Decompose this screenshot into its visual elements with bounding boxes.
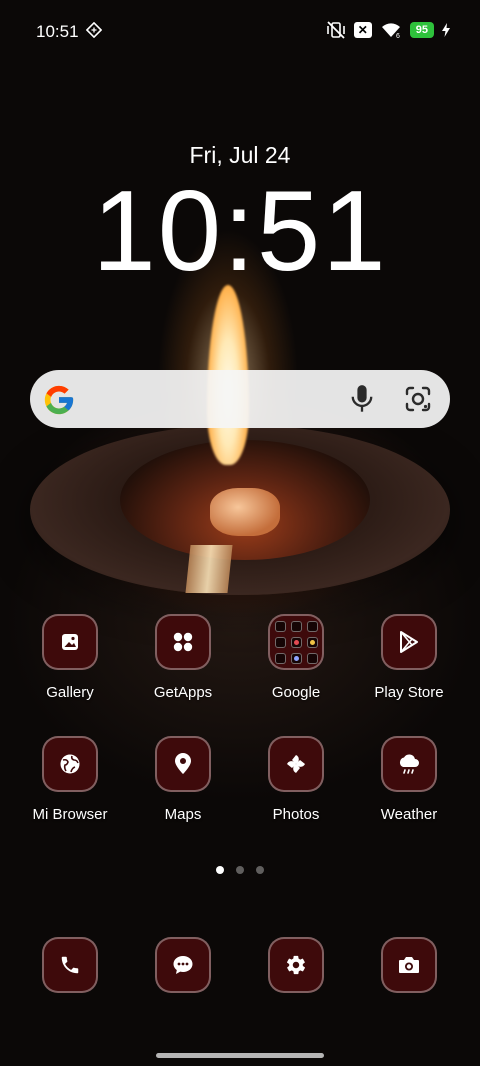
clock-time[interactable]: 10:51 bbox=[0, 175, 480, 289]
page-indicator[interactable] bbox=[0, 866, 480, 874]
page-dot[interactable] bbox=[236, 866, 244, 874]
app-label: Photos bbox=[272, 806, 320, 823]
app-gallery[interactable]: Gallery bbox=[14, 614, 126, 701]
google-lens-icon[interactable] bbox=[404, 385, 432, 413]
gallery-icon[interactable] bbox=[42, 614, 98, 670]
cloud-icon[interactable] bbox=[381, 736, 437, 792]
page-dot[interactable] bbox=[216, 866, 224, 874]
battery-indicator: 95 bbox=[409, 22, 434, 38]
wallpaper-wax bbox=[210, 488, 280, 536]
phone-icon[interactable] bbox=[42, 937, 98, 993]
app-weather[interactable]: Weather bbox=[353, 736, 465, 823]
wallpaper-glare bbox=[185, 545, 233, 593]
status-time: 10:51 bbox=[36, 22, 79, 41]
dock-settings[interactable] bbox=[240, 937, 352, 993]
play-store-icon[interactable] bbox=[381, 614, 437, 670]
globe-icon[interactable] bbox=[42, 736, 98, 792]
app-google-folder[interactable]: Google bbox=[240, 614, 352, 701]
dock-camera[interactable] bbox=[353, 937, 465, 993]
svg-text:6: 6 bbox=[396, 33, 400, 39]
chat-icon[interactable] bbox=[155, 937, 211, 993]
app-label: Maps bbox=[164, 806, 202, 823]
sync-diamond-icon bbox=[86, 22, 102, 38]
home-gesture-bar[interactable] bbox=[156, 1053, 324, 1058]
status-bar: 10:51 ✕ 6 95 bbox=[0, 0, 480, 60]
vibrate-off-icon bbox=[326, 21, 345, 39]
google-folder-icon[interactable] bbox=[268, 614, 324, 670]
app-label: Weather bbox=[380, 806, 438, 823]
app-maps[interactable]: Maps bbox=[127, 736, 239, 823]
app-getapps[interactable]: GetApps bbox=[127, 614, 239, 701]
app-play-store[interactable]: Play Store bbox=[353, 614, 465, 701]
google-logo-icon bbox=[44, 385, 74, 415]
status-icons: ✕ 6 95 bbox=[326, 21, 450, 39]
page-dot[interactable] bbox=[256, 866, 264, 874]
camera-icon[interactable] bbox=[381, 937, 437, 993]
dock-messages[interactable] bbox=[127, 937, 239, 993]
map-pin-icon[interactable] bbox=[155, 736, 211, 792]
app-label: Play Store bbox=[374, 684, 444, 701]
x-notification-icon: ✕ bbox=[353, 22, 372, 38]
app-mi-browser[interactable]: Mi Browser bbox=[14, 736, 126, 823]
date-label[interactable]: Fri, Jul 24 bbox=[0, 142, 480, 169]
wifi-icon: 6 bbox=[381, 23, 400, 39]
getapps-icon[interactable] bbox=[155, 614, 211, 670]
app-label: Google bbox=[271, 684, 321, 701]
app-label: Gallery bbox=[46, 684, 94, 701]
charging-bolt-icon bbox=[442, 23, 450, 37]
app-photos[interactable]: Photos bbox=[240, 736, 352, 823]
dock-phone[interactable] bbox=[14, 937, 126, 993]
gear-icon[interactable] bbox=[268, 937, 324, 993]
app-label: Mi Browser bbox=[32, 806, 108, 823]
pinwheel-icon[interactable] bbox=[268, 736, 324, 792]
app-label: GetApps bbox=[153, 684, 213, 701]
mic-icon[interactable] bbox=[348, 384, 376, 414]
google-search-bar[interactable] bbox=[30, 370, 450, 428]
